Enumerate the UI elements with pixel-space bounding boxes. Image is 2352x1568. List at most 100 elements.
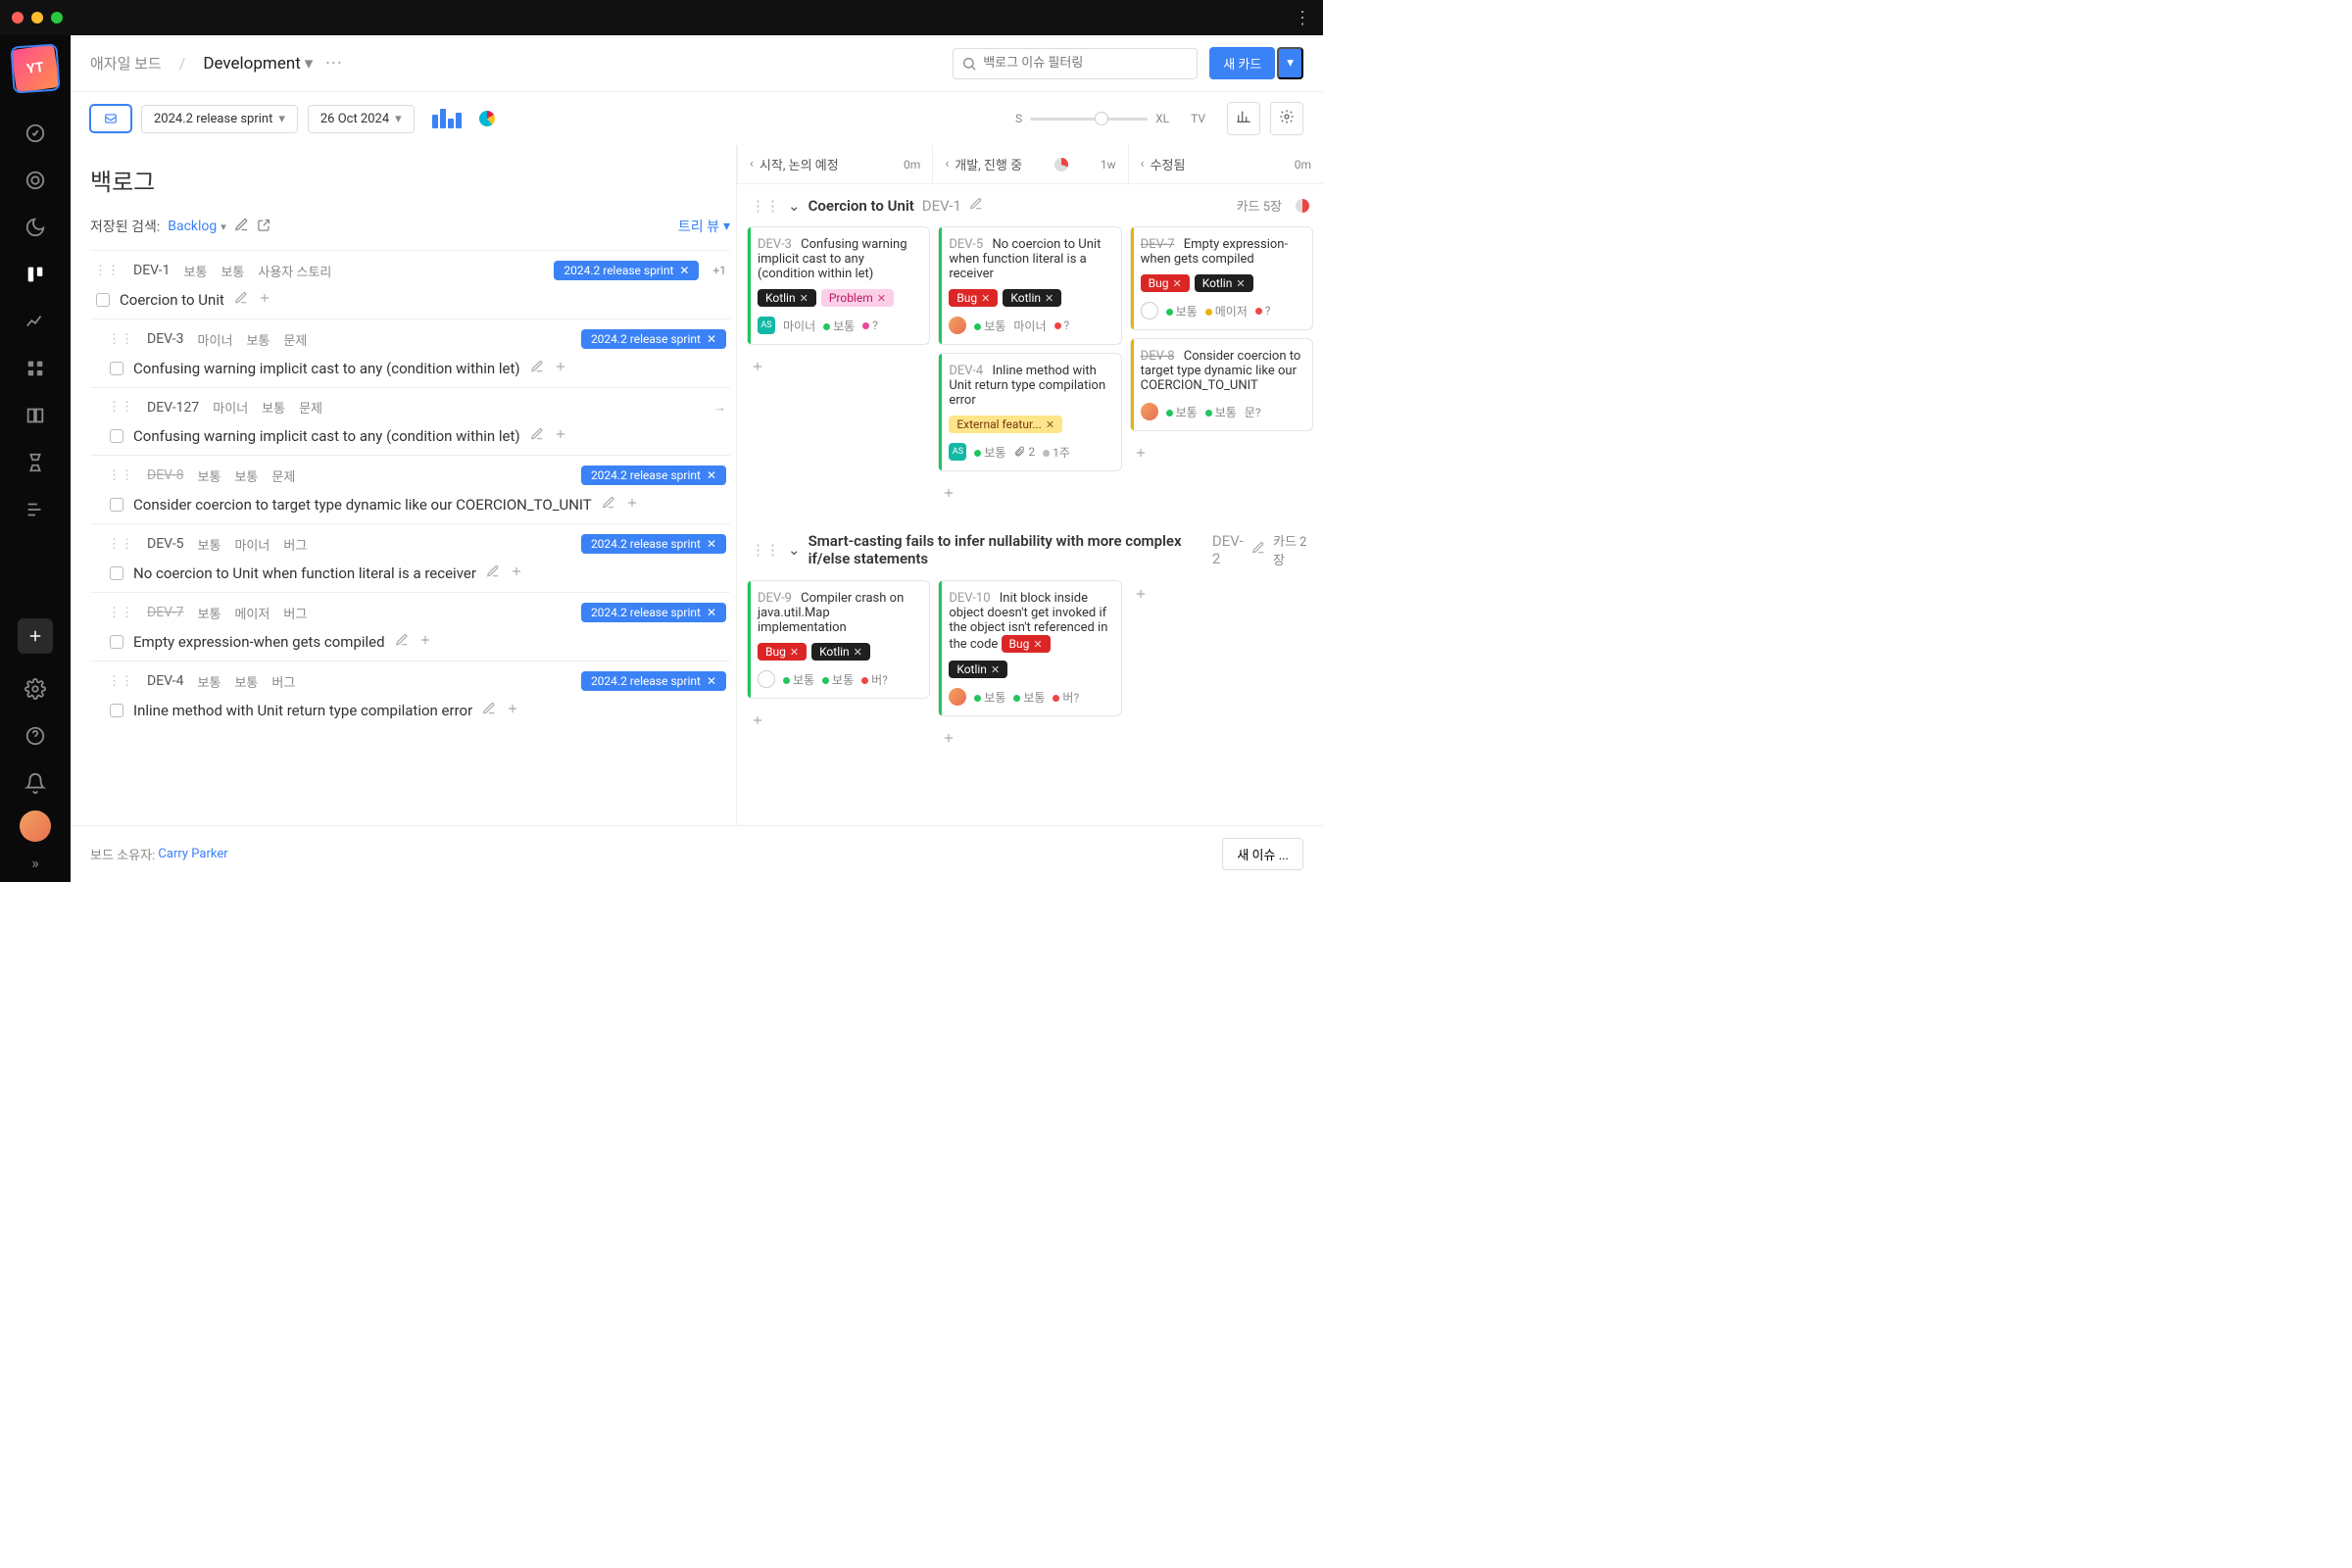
issue-checkbox[interactable]: [110, 566, 123, 580]
collapse-icon[interactable]: ‹: [750, 157, 754, 172]
add-sub-icon[interactable]: [258, 290, 271, 309]
card-column[interactable]: DEV-3 Confusing warning implicit cast to…: [747, 226, 930, 510]
board-owner-link[interactable]: Carry Parker: [158, 847, 227, 861]
card-column[interactable]: DEV-9 Compiler crash on java.util.Map im…: [747, 580, 930, 755]
card-id[interactable]: DEV-10: [949, 591, 990, 606]
saved-search-link[interactable]: Backlog: [168, 219, 226, 234]
card-size-slider[interactable]: S XL: [1015, 112, 1169, 125]
swimlane-id[interactable]: DEV-2: [1212, 532, 1244, 567]
nav-item-settings[interactable]: [16, 669, 55, 709]
nav-item-notifications[interactable]: [16, 763, 55, 803]
app-logo[interactable]: YT: [11, 44, 60, 93]
card-id[interactable]: DEV-3: [758, 237, 792, 252]
card-column[interactable]: [1130, 580, 1313, 755]
drag-handle-icon[interactable]: ⋮⋮: [108, 674, 133, 689]
add-sub-icon[interactable]: [625, 495, 639, 514]
card[interactable]: DEV-3 Confusing warning implicit cast to…: [747, 226, 930, 345]
minimize-window-button[interactable]: [31, 12, 43, 24]
swimlane-header[interactable]: ⋮⋮ ⌄ Smart-casting fails to infer nullab…: [737, 519, 1323, 580]
backlog-row[interactable]: ⋮⋮ DEV-3마이너보통문제2024.2 release sprint ✕ C…: [90, 318, 730, 387]
card[interactable]: DEV-8 Consider coercion to target type d…: [1130, 338, 1313, 431]
nav-item-dashboard[interactable]: [16, 114, 55, 153]
tag-bug[interactable]: Bug ✕: [758, 643, 807, 661]
card-column[interactable]: DEV-10 Init block inside object doesn't …: [938, 580, 1121, 755]
issue-checkbox[interactable]: [96, 293, 110, 307]
drag-handle-icon[interactable]: ⋮⋮: [108, 468, 133, 483]
card[interactable]: DEV-4 Inline method with Unit return typ…: [938, 353, 1121, 471]
issue-title[interactable]: Empty expression-when gets compiled: [133, 633, 385, 651]
edit-icon[interactable]: [602, 495, 615, 514]
add-sub-icon[interactable]: [554, 426, 567, 445]
backlog-row[interactable]: ⋮⋮ DEV-1보통보통사용자 스토리2024.2 release sprint…: [90, 250, 730, 318]
assignee-avatar[interactable]: AS: [949, 443, 966, 461]
collapse-swimlane-icon[interactable]: ⌄: [788, 197, 801, 215]
card-id[interactable]: DEV-7: [1141, 237, 1175, 252]
sprint-pill[interactable]: 2024.2 release sprint ✕: [581, 466, 726, 485]
assignee-avatar[interactable]: [1141, 302, 1158, 319]
add-card-button[interactable]: [938, 724, 1121, 755]
assignee-avatar[interactable]: [949, 688, 966, 706]
issue-id[interactable]: DEV-1: [133, 263, 171, 278]
column-header[interactable]: ‹ 수정됨 0m: [1128, 145, 1323, 183]
nav-item-apps[interactable]: [16, 349, 55, 388]
add-card-button[interactable]: [747, 353, 930, 383]
sprint-pill[interactable]: 2024.2 release sprint ✕: [581, 671, 726, 691]
edit-icon[interactable]: [1251, 541, 1265, 559]
column-header[interactable]: ‹ 개발, 진행 중 1w: [932, 145, 1127, 183]
issue-checkbox[interactable]: [110, 362, 123, 375]
issue-title[interactable]: No coercion to Unit when function litera…: [133, 564, 476, 582]
date-selector[interactable]: 26 Oct 2024▾: [308, 105, 415, 133]
card-id[interactable]: DEV-9: [758, 591, 792, 606]
tag-problem[interactable]: Problem ✕: [821, 289, 894, 307]
tag-bug[interactable]: Bug ✕: [1002, 635, 1051, 653]
edit-icon[interactable]: [482, 701, 496, 719]
sprint-pill[interactable]: 2024.2 release sprint ✕: [581, 534, 726, 554]
assignee-avatar[interactable]: [758, 670, 775, 688]
sidebar-expand-icon[interactable]: »: [31, 854, 39, 872]
collapse-icon[interactable]: ‹: [945, 157, 949, 172]
board-selector[interactable]: Development ▾: [203, 54, 313, 74]
issue-id[interactable]: DEV-5: [147, 536, 184, 552]
drag-handle-icon[interactable]: ⋮⋮: [94, 264, 120, 278]
new-card-dropdown[interactable]: ▾: [1277, 47, 1303, 79]
new-card-button[interactable]: 새 카드: [1209, 47, 1275, 79]
card-column[interactable]: DEV-7 Empty expression-when gets compile…: [1130, 226, 1313, 510]
card-column[interactable]: DEV-5 No coercion to Unit when function …: [938, 226, 1121, 510]
swimlane-name[interactable]: Smart-casting fails to infer nullability…: [808, 532, 1204, 567]
breadcrumb-root[interactable]: 애자일 보드: [90, 53, 162, 74]
collapse-icon[interactable]: ‹: [1141, 157, 1145, 172]
drag-handle-icon[interactable]: ⋮⋮: [751, 197, 780, 215]
sprint-pill[interactable]: 2024.2 release sprint ✕: [581, 603, 726, 622]
slider-thumb[interactable]: [1095, 112, 1108, 125]
add-sub-icon[interactable]: [554, 359, 567, 377]
add-card-button[interactable]: [747, 707, 930, 737]
user-avatar[interactable]: [20, 810, 51, 842]
sprint-selector[interactable]: 2024.2 release sprint▾: [141, 105, 298, 133]
nav-item-board[interactable]: [16, 255, 55, 294]
sprint-pill[interactable]: 2024.2 release sprint ✕: [581, 329, 726, 349]
column-header[interactable]: ‹ 시작, 논의 예정 0m: [737, 145, 932, 183]
nav-item-knowledge[interactable]: [16, 396, 55, 435]
edit-search-icon[interactable]: [234, 218, 249, 236]
card[interactable]: DEV-7 Empty expression-when gets compile…: [1130, 226, 1313, 330]
nav-item-gantt[interactable]: [16, 490, 55, 529]
collapse-swimlane-icon[interactable]: ⌄: [788, 541, 801, 559]
issue-title[interactable]: Confusing warning implicit cast to any (…: [133, 360, 520, 377]
edit-icon[interactable]: [969, 197, 983, 215]
issue-id[interactable]: DEV-3: [147, 331, 184, 347]
backlog-row[interactable]: ⋮⋮ DEV-127마이너보통문제→ Confusing warning imp…: [90, 387, 730, 455]
titlebar-menu-icon[interactable]: ⋮: [1294, 8, 1311, 28]
swimlane-header[interactable]: ⋮⋮ ⌄ Coercion to Unit DEV-1 카드 5장: [737, 184, 1323, 226]
board-settings-button[interactable]: [1270, 102, 1303, 135]
issue-title[interactable]: Inline method with Unit return type comp…: [133, 702, 472, 719]
maximize-window-button[interactable]: [51, 12, 63, 24]
add-sub-icon[interactable]: [418, 632, 432, 651]
edit-icon[interactable]: [530, 359, 544, 377]
edit-icon[interactable]: [234, 290, 248, 309]
edit-icon[interactable]: [395, 632, 409, 651]
add-card-button[interactable]: [1130, 580, 1313, 611]
drag-handle-icon[interactable]: ⋮⋮: [108, 606, 133, 620]
add-card-button[interactable]: [1130, 439, 1313, 469]
issue-title[interactable]: Consider coercion to target type dynamic…: [133, 496, 592, 514]
open-external-icon[interactable]: [257, 218, 271, 236]
